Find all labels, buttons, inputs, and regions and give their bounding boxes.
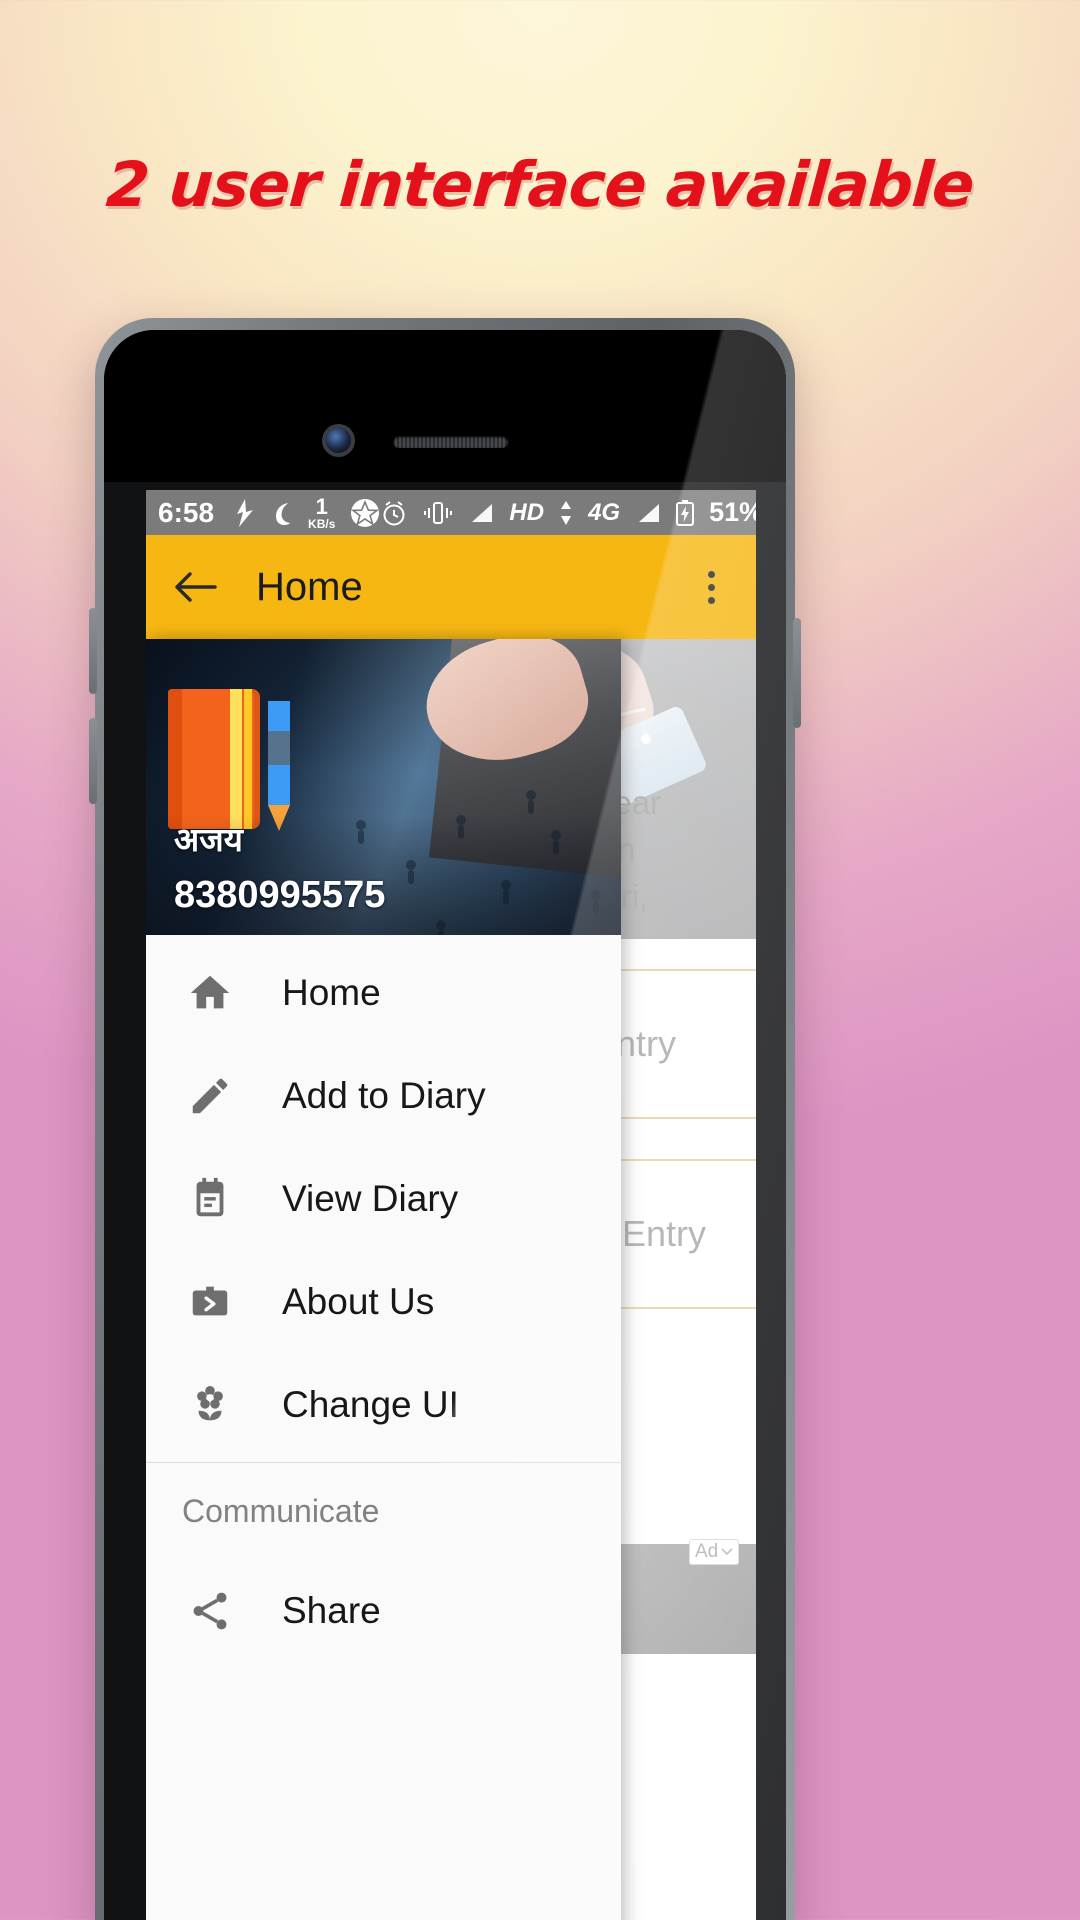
ad-badge-label: Ad: [695, 1541, 719, 1562]
hd-label: HD: [509, 498, 545, 526]
book-band-light: [230, 689, 242, 829]
data-transfer-icon: [559, 500, 573, 525]
app-toolbar: Home: [146, 535, 756, 639]
sidebar-item-label: Change UI: [282, 1383, 459, 1425]
sidebar-item-change-ui[interactable]: Change UI: [146, 1353, 621, 1456]
vibrate-icon: [423, 500, 453, 526]
status-right-icons: HD 4G 51%: [380, 497, 756, 528]
net-speed-value: 1: [315, 493, 328, 519]
battery-icon: [676, 499, 695, 526]
front-camera-icon: [326, 428, 351, 453]
dot-3: [707, 596, 715, 604]
book-band-dark: [244, 689, 252, 829]
status-bar: 6:58 1 KB/s HD 4G 51: [146, 490, 756, 535]
sidebar-item-label: Add to Diary: [282, 1074, 486, 1116]
volume-down-button[interactable]: [89, 718, 97, 804]
share-icon: [182, 1583, 238, 1639]
chevron-down-icon: [721, 1548, 733, 1556]
pencil-grip: [268, 731, 290, 765]
toolbar-title: Home: [256, 564, 363, 609]
sidebar-item-label: Home: [282, 971, 381, 1013]
page-title: 2 user interface available: [103, 148, 977, 221]
network-type-label: 4G: [588, 498, 621, 526]
sidebar-item-share[interactable]: Share: [146, 1559, 621, 1662]
phone-device-frame: 6:58 1 KB/s HD 4G 51 Home Entry h Entry …: [89, 318, 801, 1920]
sidebar-item-add-to-diary[interactable]: Add to Diary: [146, 1044, 621, 1147]
sidebar-item-about-us[interactable]: About Us: [146, 1250, 621, 1353]
sidebar-item-home[interactable]: Home: [146, 941, 621, 1044]
status-left-icons: 1 KB/s: [234, 493, 380, 531]
earpiece-speaker: [393, 436, 508, 448]
star-app-icon: [350, 498, 380, 528]
battery-percent-label: 51%: [709, 497, 756, 527]
signal-icon: [468, 502, 494, 524]
moon-icon: [271, 499, 293, 527]
dot-2: [707, 583, 715, 591]
home-icon: [182, 965, 238, 1021]
alarm-icon: [380, 499, 408, 527]
drawer-header: अजय 8380995575: [146, 639, 621, 935]
navigation-drawer: अजय 8380995575 Home Add to Diary View Di…: [146, 639, 621, 1920]
pencil-icon: [268, 701, 290, 831]
sidebar-item-label: About Us: [282, 1280, 435, 1322]
sidebar-item-label: View Diary: [282, 1177, 459, 1219]
diary-book-icon: [168, 689, 260, 829]
phone-screen: 6:58 1 KB/s HD 4G 51 Home Entry h Entry …: [146, 490, 756, 1920]
power-button[interactable]: [793, 618, 801, 728]
overflow-menu-button[interactable]: [688, 560, 734, 614]
calendar-icon: [182, 1171, 238, 1227]
network-speed-icon: 1 KB/s: [308, 493, 336, 531]
phone-top-bezel: [104, 330, 786, 482]
drawer-menu-list: Home Add to Diary View Diary About Us Ch…: [146, 935, 621, 1662]
volume-up-button[interactable]: [89, 608, 97, 694]
location-icon: [234, 498, 256, 527]
status-time: 6:58: [158, 496, 215, 528]
drawer-user-name: अजय: [174, 821, 243, 858]
ad-badge[interactable]: Ad: [689, 1539, 740, 1565]
back-button[interactable]: [168, 560, 222, 614]
sidebar-item-label: Share: [282, 1589, 381, 1631]
net-speed-unit: KB/s: [308, 516, 336, 531]
drawer-user-phone: 8380995575: [174, 874, 386, 916]
flower-icon: [182, 1377, 238, 1433]
book-spine: [168, 689, 182, 829]
briefcase-arrow-icon: [182, 1274, 238, 1330]
dot-1: [707, 570, 715, 578]
phone-device-body: 6:58 1 KB/s HD 4G 51 Home Entry h Entry …: [104, 330, 786, 1920]
signal-icon-2: [635, 502, 661, 524]
drawer-section-header: Communicate: [182, 1492, 380, 1529]
pencil-icon: [182, 1068, 238, 1124]
sidebar-item-view-diary[interactable]: View Diary: [146, 1147, 621, 1250]
